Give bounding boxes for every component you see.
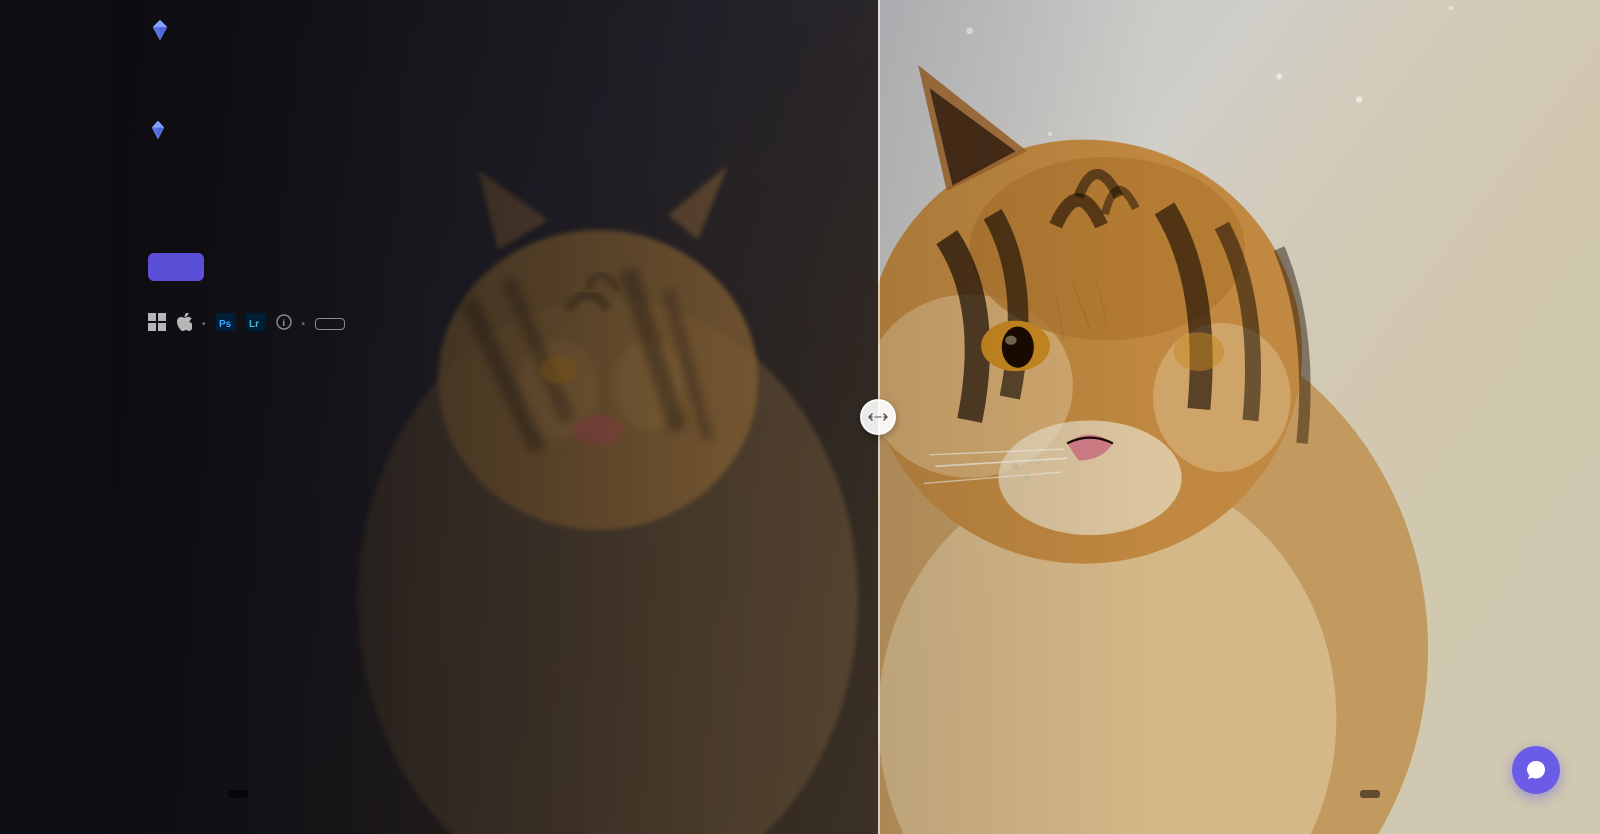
chat-button[interactable] <box>1512 746 1560 794</box>
platform-row: • Ps Lr i • <box>148 313 748 336</box>
mac-icon <box>176 313 192 336</box>
brand-logo[interactable] <box>148 18 180 42</box>
svg-text:i: i <box>282 318 285 328</box>
svg-text:Ps: Ps <box>219 319 232 330</box>
drag-arrows-icon <box>868 410 888 424</box>
hero-headline <box>148 164 748 217</box>
main-area: • Ps Lr i • <box>108 0 1600 834</box>
lightroom-icon: Lr <box>246 313 266 336</box>
topaz-logo-icon <box>148 18 172 42</box>
product-badge-icon <box>148 120 168 140</box>
cta-row <box>148 253 748 281</box>
dot-separator: • <box>202 319 206 330</box>
svg-text:Lr: Lr <box>249 319 259 330</box>
dot-separator-2: • <box>302 319 306 330</box>
windows-icon <box>148 313 166 336</box>
hero-content: • Ps Lr i • <box>108 0 788 834</box>
navbar <box>108 0 1600 60</box>
try-free-button[interactable] <box>315 318 345 330</box>
buy-button[interactable] <box>148 253 204 281</box>
label-enhanced <box>1360 790 1380 798</box>
photoshop-icon: Ps <box>216 313 236 336</box>
left-sidebar <box>0 0 108 834</box>
label-original <box>228 790 248 798</box>
info-icon: i <box>276 314 292 335</box>
product-badge <box>148 120 748 140</box>
drag-handle[interactable] <box>860 399 896 435</box>
chat-icon <box>1525 759 1547 781</box>
